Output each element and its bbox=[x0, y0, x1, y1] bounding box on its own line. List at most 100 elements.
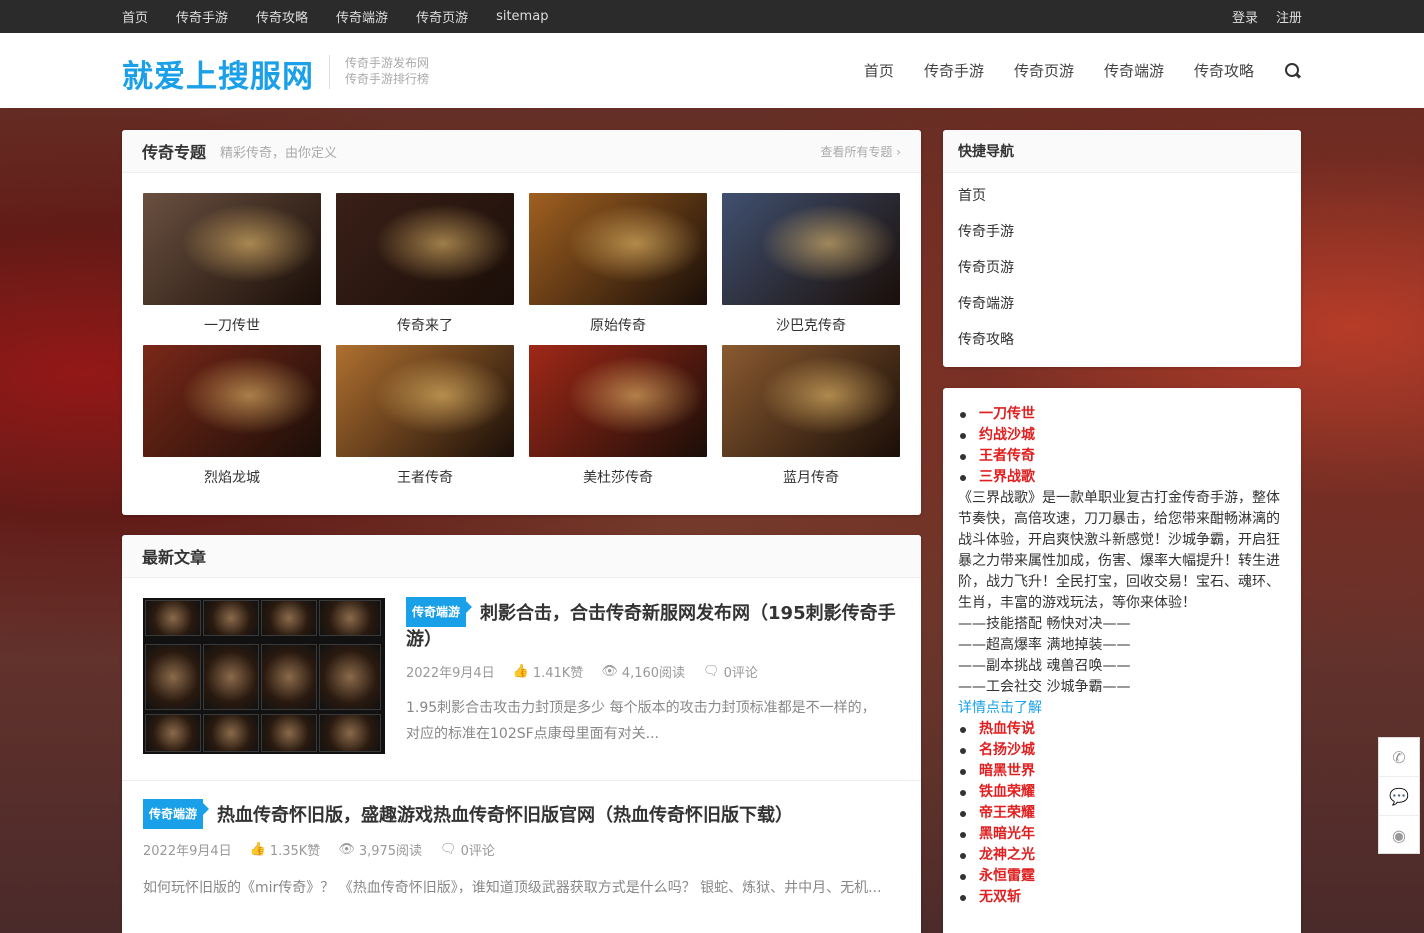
category-badge[interactable]: 传奇端游 bbox=[143, 799, 210, 829]
promo-game-link[interactable]: 热血传说 bbox=[958, 719, 1289, 740]
topic-tile[interactable]: 王者传奇 bbox=[336, 345, 514, 487]
promo-game-link[interactable]: 三界战歌 bbox=[958, 467, 1289, 488]
article-item: 传奇端游 热血传奇怀旧版，盛趣游戏热血传奇怀旧版官网（热血传奇怀旧版下载） 202… bbox=[122, 781, 921, 933]
topics-header: 传奇专题 精彩传奇，由你定义 查看所有专题 › bbox=[122, 130, 921, 173]
top-nav-guides[interactable]: 传奇攻略 bbox=[256, 7, 308, 26]
search-icon[interactable] bbox=[1284, 62, 1302, 80]
eye-icon: 👁 bbox=[601, 664, 618, 679]
topic-tile[interactable]: 烈焰龙城 bbox=[143, 345, 321, 487]
view-all-topics-link[interactable]: 查看所有专题 › bbox=[820, 143, 901, 160]
quick-nav-item[interactable]: 传奇攻略 bbox=[958, 329, 1286, 365]
topic-thumbnail[interactable] bbox=[722, 345, 900, 457]
quick-nav-panel: 快捷导航 首页 传奇手游 传奇页游 传奇端游 传奇攻略 bbox=[943, 130, 1301, 367]
article-title-text[interactable]: 刺影合击，合击传奇新服网发布网（195刺影传奇手游） bbox=[406, 603, 896, 650]
topic-label[interactable]: 沙巴克传奇 bbox=[722, 315, 900, 335]
promo-feature-line: ——超高爆率 满地掉装—— bbox=[958, 637, 1131, 653]
top-nav-sitemap[interactable]: sitemap bbox=[496, 9, 548, 24]
promo-game-link[interactable]: 永恒雷霆 bbox=[958, 866, 1289, 887]
likes-count[interactable]: 👍 1.35K赞 bbox=[250, 840, 321, 859]
promo-game-link[interactable]: 龙神之光 bbox=[958, 845, 1289, 866]
main-nav-mobile[interactable]: 传奇手游 bbox=[924, 60, 984, 81]
views-count: 👁 4,160阅读 bbox=[601, 664, 686, 681]
article-excerpt: 1.95刺影合击攻击力封顶是多少 每个版本的攻击力封顶标准都是不一样的，对应的标… bbox=[406, 700, 876, 742]
quick-nav-item[interactable]: 传奇端游 bbox=[958, 293, 1286, 329]
promo-game-link[interactable]: 黑暗光年 bbox=[958, 824, 1289, 845]
topic-thumbnail[interactable] bbox=[529, 345, 707, 457]
topic-label[interactable]: 传奇来了 bbox=[336, 315, 514, 335]
top-nav-mobile[interactable]: 传奇手游 bbox=[176, 7, 228, 26]
topic-tile[interactable]: 美杜莎传奇 bbox=[529, 345, 707, 487]
comment-icon: 🗨 bbox=[703, 664, 720, 679]
phone-icon[interactable]: ✆ bbox=[1379, 738, 1419, 777]
topics-subtitle: 精彩传奇，由你定义 bbox=[220, 145, 338, 161]
quick-nav-item[interactable]: 传奇页游 bbox=[958, 257, 1286, 293]
promo-game-link[interactable]: 暗黑世界 bbox=[958, 761, 1289, 782]
topic-thumbnail[interactable] bbox=[529, 193, 707, 305]
comments-count[interactable]: 🗨 0评论 bbox=[703, 662, 758, 681]
topic-thumbnail[interactable] bbox=[336, 193, 514, 305]
topic-tile[interactable]: 蓝月传奇 bbox=[722, 345, 900, 487]
logo-divider bbox=[329, 55, 330, 89]
promo-game-link[interactable]: 帝王荣耀 bbox=[958, 803, 1289, 824]
comment-icon: 🗨 bbox=[440, 842, 457, 857]
account-links: 登录 注册 bbox=[1232, 0, 1302, 33]
likes-count[interactable]: 👍 1.41K赞 bbox=[513, 662, 584, 681]
topic-label[interactable]: 王者传奇 bbox=[336, 467, 514, 487]
site-tagline: 传奇手游发布网 传奇手游排行榜 bbox=[345, 55, 429, 87]
promo-game-link[interactable]: 名扬沙城 bbox=[958, 740, 1289, 761]
topic-tile[interactable]: 一刀传世 bbox=[143, 193, 321, 335]
article-title-text[interactable]: 热血传奇怀旧版，盛趣游戏热血传奇怀旧版官网（热血传奇怀旧版下载） bbox=[217, 805, 793, 826]
promo-feature-line: ——技能搭配 畅快对决—— bbox=[958, 616, 1131, 632]
main-nav-web[interactable]: 传奇页游 bbox=[1014, 60, 1074, 81]
topic-tile[interactable]: 传奇来了 bbox=[336, 193, 514, 335]
promo-game-link[interactable]: 铁血荣耀 bbox=[958, 782, 1289, 803]
top-nav-web[interactable]: 传奇页游 bbox=[416, 7, 468, 26]
promo-feature-line: ——副本挑战 魂兽召唤—— bbox=[958, 658, 1131, 674]
register-link[interactable]: 注册 bbox=[1276, 7, 1302, 26]
wechat-icon[interactable]: 💬 bbox=[1379, 777, 1419, 816]
topic-thumbnail[interactable] bbox=[143, 193, 321, 305]
quick-nav-title: 快捷导航 bbox=[958, 144, 1014, 160]
topic-label[interactable]: 一刀传世 bbox=[143, 315, 321, 335]
article-thumbnail[interactable] bbox=[143, 598, 385, 754]
topic-label[interactable]: 原始传奇 bbox=[529, 315, 707, 335]
promo-game-link[interactable]: 约战沙城 bbox=[958, 425, 1289, 446]
topic-thumbnail[interactable] bbox=[336, 345, 514, 457]
topic-label[interactable]: 蓝月传奇 bbox=[722, 467, 900, 487]
promo-list-top: 一刀传世 约战沙城 王者传奇 三界战歌 bbox=[958, 404, 1289, 488]
tagline-line-1: 传奇手游发布网 bbox=[345, 56, 430, 70]
main-nav-home[interactable]: 首页 bbox=[864, 60, 894, 81]
main-nav-guides[interactable]: 传奇攻略 bbox=[1194, 60, 1254, 81]
article-body: 传奇端游 刺影合击，合击传奇新服网发布网（195刺影传奇手游） bbox=[406, 597, 896, 653]
top-nav-client[interactable]: 传奇端游 bbox=[336, 7, 388, 26]
article-title[interactable]: 传奇端游 刺影合击，合击传奇新服网发布网（195刺影传奇手游） bbox=[406, 597, 896, 653]
topic-label[interactable]: 美杜莎传奇 bbox=[529, 467, 707, 487]
promo-details-link[interactable]: 详情点击了解 bbox=[958, 698, 1289, 719]
topic-label[interactable]: 烈焰龙城 bbox=[143, 467, 321, 487]
topic-tile[interactable]: 原始传奇 bbox=[529, 193, 707, 335]
site-logo[interactable]: 就爱上搜服网 bbox=[122, 51, 314, 96]
promo-game-link[interactable]: 一刀传世 bbox=[958, 404, 1289, 425]
promo-game-link[interactable]: 王者传奇 bbox=[958, 446, 1289, 467]
main-nav-client[interactable]: 传奇端游 bbox=[1104, 60, 1164, 81]
weibo-icon[interactable]: ◉ bbox=[1379, 816, 1419, 855]
topic-thumbnail[interactable] bbox=[143, 345, 321, 457]
floating-contact-bar: ✆ 💬 ◉ bbox=[1378, 737, 1420, 854]
article-title[interactable]: 传奇端游 热血传奇怀旧版，盛趣游戏热血传奇怀旧版官网（热血传奇怀旧版下载） bbox=[143, 799, 903, 829]
topic-tile[interactable]: 沙巴克传奇 bbox=[722, 193, 900, 335]
comments-count[interactable]: 🗨 0评论 bbox=[440, 840, 495, 859]
site-header: 就爱上搜服网 传奇手游发布网 传奇手游排行榜 首页 传奇手游 传奇页游 传奇端游… bbox=[0, 33, 1424, 108]
quick-nav-item[interactable]: 首页 bbox=[958, 185, 1286, 221]
top-nav-home[interactable]: 首页 bbox=[122, 7, 148, 26]
promo-feature-line: ——工会社交 沙城争霸—— bbox=[958, 679, 1131, 695]
promo-list-bottom: 热血传说 名扬沙城 暗黑世界 铁血荣耀 帝王荣耀 黑暗光年 龙神之光 永恒雷霆 … bbox=[958, 719, 1289, 908]
latest-articles-panel: 最新文章 传奇端游 刺影合击，合击传奇新服网发布网（195刺影传奇手游） 2022… bbox=[122, 535, 921, 933]
quick-nav-header: 快捷导航 bbox=[943, 130, 1301, 173]
quick-nav-item[interactable]: 传奇手游 bbox=[958, 221, 1286, 257]
login-link[interactable]: 登录 bbox=[1232, 7, 1258, 26]
article-body: 传奇端游 热血传奇怀旧版，盛趣游戏热血传奇怀旧版官网（热血传奇怀旧版下载） bbox=[143, 799, 903, 829]
topic-thumbnail[interactable] bbox=[722, 193, 900, 305]
quick-nav-list: 首页 传奇手游 传奇页游 传奇端游 传奇攻略 bbox=[943, 173, 1301, 367]
promo-game-link[interactable]: 无双斩 bbox=[958, 887, 1289, 908]
category-badge[interactable]: 传奇端游 bbox=[406, 597, 473, 627]
